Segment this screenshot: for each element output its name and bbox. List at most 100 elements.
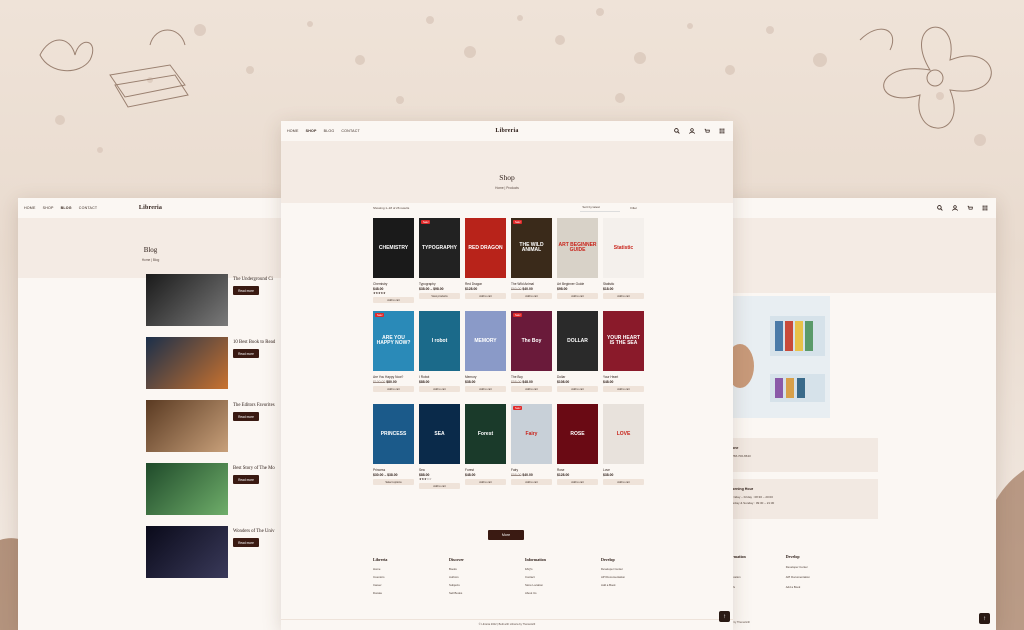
footer-link[interactable]: Add a Book: [601, 583, 639, 587]
add-to-cart-button[interactable]: Add to cart: [511, 479, 552, 485]
post-title[interactable]: The Underground Ci: [233, 277, 283, 282]
footer-link[interactable]: Books: [449, 567, 487, 571]
add-to-cart-button[interactable]: Add to cart: [465, 479, 506, 485]
product-name[interactable]: Memory: [465, 375, 506, 379]
add-to-cart-button[interactable]: Add to cart: [557, 479, 598, 485]
book-cover[interactable]: I robot: [419, 311, 460, 371]
read-more-button[interactable]: Read more: [233, 538, 259, 547]
add-to-cart-button[interactable]: Add to cart: [603, 386, 644, 392]
add-to-cart-button[interactable]: Select options: [373, 479, 414, 485]
nav-home[interactable]: HOME: [24, 206, 36, 210]
footer-link[interactable]: Home: [373, 567, 411, 571]
add-to-cart-button[interactable]: Add to cart: [373, 386, 414, 392]
add-to-cart-button[interactable]: Add to cart: [419, 483, 460, 489]
book-cover[interactable]: LOVE: [603, 404, 644, 464]
search-icon[interactable]: [674, 128, 680, 134]
grid-menu-icon[interactable]: [982, 205, 988, 211]
book-cover[interactable]: YOUR HEART IS THE SEA: [603, 311, 644, 371]
book-cover[interactable]: TYPOGRAPHY Sale!: [419, 218, 460, 278]
add-to-cart-button[interactable]: Add to cart: [603, 293, 644, 299]
nav-shop[interactable]: SHOP: [306, 129, 317, 133]
book-cover[interactable]: MEMORY: [465, 311, 506, 371]
book-cover[interactable]: Forest: [465, 404, 506, 464]
add-to-cart-button[interactable]: Add to cart: [465, 386, 506, 392]
product-name[interactable]: Statistic: [603, 282, 644, 286]
footer-link[interactable]: Career: [373, 583, 411, 587]
read-more-button[interactable]: Read more: [233, 412, 259, 421]
book-cover[interactable]: DOLLAR: [557, 311, 598, 371]
product-name[interactable]: Fairy: [511, 468, 552, 472]
book-cover[interactable]: ART BEGINNER GUIDE: [557, 218, 598, 278]
add-to-cart-button[interactable]: Add to cart: [557, 386, 598, 392]
product-name[interactable]: Forest: [465, 468, 506, 472]
add-to-cart-button[interactable]: Add to cart: [511, 293, 552, 299]
logo[interactable]: Libreria: [495, 128, 518, 134]
add-to-cart-button[interactable]: Add to cart: [373, 297, 414, 303]
book-cover[interactable]: ROSE: [557, 404, 598, 464]
filter-button[interactable]: Filter: [630, 206, 637, 210]
nav-contact[interactable]: CONTACT: [341, 129, 360, 133]
book-cover[interactable]: PRINCESS: [373, 404, 414, 464]
footer-link[interactable]: API Documentation: [601, 575, 639, 579]
footer-link[interactable]: About Us: [525, 591, 563, 595]
nav-shop[interactable]: SHOP: [43, 206, 54, 210]
post-title[interactable]: 10 Best Book to Read: [233, 340, 283, 345]
scroll-to-top-button[interactable]: ↑: [979, 613, 990, 624]
footer-link[interactable]: API Documentation: [786, 575, 810, 579]
product-name[interactable]: Typography: [419, 282, 460, 286]
footer-link[interactable]: Developer Center: [786, 565, 810, 569]
footer-link[interactable]: Subjects: [449, 583, 487, 587]
book-cover[interactable]: THE WILD ANIMAL Sale!: [511, 218, 552, 278]
book-cover[interactable]: CHEMISTRY: [373, 218, 414, 278]
product-name[interactable]: Rose: [557, 468, 598, 472]
footer-link[interactable]: Donate: [373, 591, 411, 595]
more-button[interactable]: More: [488, 530, 524, 540]
logo[interactable]: Libreria: [139, 205, 162, 211]
product-name[interactable]: Art Beginner Guide: [557, 282, 598, 286]
footer-link[interactable]: Sell Books: [449, 591, 487, 595]
add-to-cart-button[interactable]: Add to cart: [465, 293, 506, 299]
product-name[interactable]: Are You Happy Now?: [373, 375, 414, 379]
post-title[interactable]: The Editors Favorites: [233, 403, 283, 408]
footer-link[interactable]: Contact: [525, 575, 563, 579]
book-cover[interactable]: RED DRAGON: [465, 218, 506, 278]
post-title[interactable]: Best Story of The Mo: [233, 466, 283, 471]
footer-link[interactable]: FAQ's: [525, 567, 563, 571]
book-cover[interactable]: Statistic: [603, 218, 644, 278]
product-name[interactable]: The Boy: [511, 375, 552, 379]
nav-blog[interactable]: BLOG: [61, 206, 72, 210]
grid-menu-icon[interactable]: [719, 128, 725, 134]
nav-contact[interactable]: CONTACT: [79, 206, 98, 210]
book-cover[interactable]: The Boy Sale!: [511, 311, 552, 371]
cart-icon[interactable]: [704, 128, 710, 134]
product-name[interactable]: Love: [603, 468, 644, 472]
read-more-button[interactable]: Read more: [233, 475, 259, 484]
user-icon[interactable]: [952, 205, 958, 211]
product-name[interactable]: Your Heart: [603, 375, 644, 379]
user-icon[interactable]: [689, 128, 695, 134]
product-name[interactable]: Chemistry: [373, 282, 414, 286]
footer-link[interactable]: Add a Book: [786, 585, 810, 589]
footer-link[interactable]: Store Location: [525, 583, 563, 587]
add-to-cart-button[interactable]: Add to cart: [603, 479, 644, 485]
post-thumbnail[interactable]: [146, 400, 228, 452]
post-thumbnail[interactable]: [146, 337, 228, 389]
product-name[interactable]: Red Dragon: [465, 282, 506, 286]
product-name[interactable]: The Wild Animal: [511, 282, 552, 286]
book-cover[interactable]: ARE YOU HAPPY NOW? Sale!: [373, 311, 414, 371]
post-thumbnail[interactable]: [146, 274, 228, 326]
product-name[interactable]: Princess: [373, 468, 414, 472]
product-name[interactable]: Dollar: [557, 375, 598, 379]
cart-icon[interactable]: [967, 205, 973, 211]
nav-blog[interactable]: BLOG: [324, 129, 335, 133]
footer-link[interactable]: Authors: [449, 575, 487, 579]
footer-link[interactable]: Inventors: [373, 575, 411, 579]
sort-select[interactable]: Sort by latest: [580, 205, 621, 212]
post-title[interactable]: Wonders of The Univ: [233, 529, 283, 534]
post-thumbnail[interactable]: [146, 463, 228, 515]
add-to-cart-button[interactable]: View products: [419, 293, 460, 299]
read-more-button[interactable]: Read more: [233, 286, 259, 295]
read-more-button[interactable]: Read more: [233, 349, 259, 358]
product-name[interactable]: Sea: [419, 468, 460, 472]
add-to-cart-button[interactable]: Add to cart: [511, 386, 552, 392]
